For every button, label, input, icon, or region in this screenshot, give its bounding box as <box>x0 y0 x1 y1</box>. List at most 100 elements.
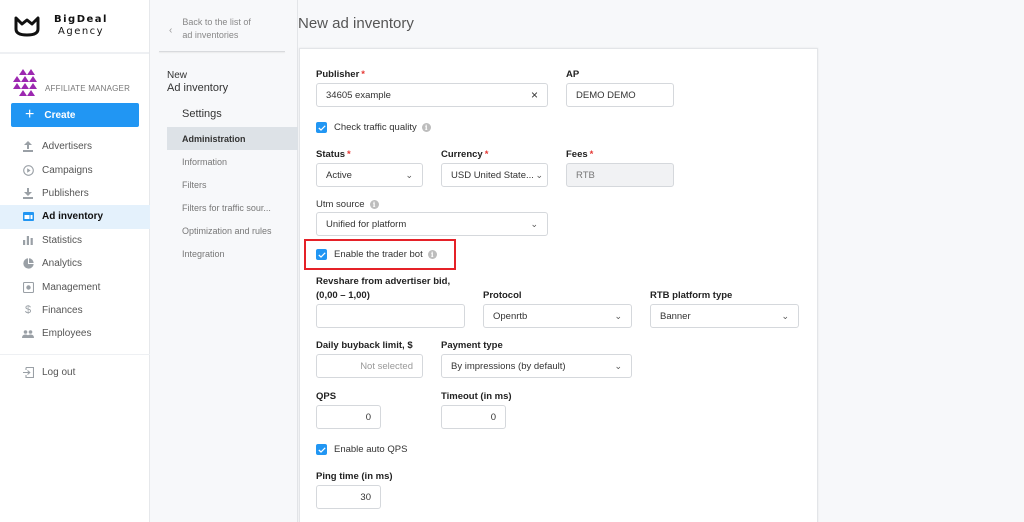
protocol-select[interactable]: Openrtb ⌄ <box>483 304 632 328</box>
chevron-down-icon: ⌄ <box>530 218 538 229</box>
ping-time-input[interactable]: 30 <box>316 485 381 509</box>
checkbox-checked-icon <box>316 122 327 133</box>
publisher-select[interactable]: 34605 example × <box>316 83 548 107</box>
revshare-label-line2: (0,00 – 1,00) <box>316 290 370 301</box>
management-icon <box>22 281 34 293</box>
subnav-item-filters-traffic-sources[interactable]: Filters for traffic sour... <box>167 196 298 219</box>
nav-item-ad-inventory[interactable]: Ad inventory <box>0 205 150 229</box>
qps-label: QPS <box>316 391 337 402</box>
info-icon[interactable]: i <box>369 200 379 209</box>
subnav-item-information[interactable]: Information <box>167 150 298 173</box>
qps-value: 0 <box>365 411 371 423</box>
people-icon <box>22 328 34 340</box>
ping-time-value: 30 <box>360 491 371 503</box>
protocol-value: Openrtb <box>493 310 528 322</box>
create-label: Create <box>44 109 76 121</box>
daily-buyback-input[interactable]: Not selected <box>316 354 423 378</box>
settings-subnav: ‹ Back to the list of ad inventories New… <box>151 0 298 522</box>
logout-label: Log out <box>42 366 76 378</box>
fees-label-text: Fees <box>566 149 588 160</box>
utm-source-value: Unified for platform <box>326 218 407 230</box>
chevron-down-icon: ⌄ <box>781 310 789 321</box>
currency-label-text: Currency <box>441 149 483 160</box>
checkbox-checked-icon <box>316 444 327 455</box>
nav-label: Employees <box>42 328 92 340</box>
page-title: New ad inventory <box>298 15 414 32</box>
enable-trader-bot-checkbox[interactable]: Enable the trader bot i <box>316 249 437 260</box>
dollar-icon: $ <box>24 304 32 317</box>
utm-source-select[interactable]: Unified for platform ⌄ <box>316 212 548 236</box>
nav-item-publishers[interactable]: Publishers <box>0 182 150 205</box>
qps-input[interactable]: 0 <box>316 405 381 429</box>
ap-field[interactable]: DEMO DEMO <box>566 83 674 107</box>
info-icon[interactable]: i <box>421 123 431 132</box>
logout-icon <box>22 366 34 378</box>
nav-label: Finances <box>42 304 83 316</box>
fees-label: Fees * <box>566 149 593 160</box>
nav-item-advertisers[interactable]: Advertisers <box>0 135 150 158</box>
rtb-platform-type-value: Banner <box>660 310 691 322</box>
nav-item-campaigns[interactable]: Campaigns <box>0 158 150 181</box>
payment-type-select[interactable]: By impressions (by default) ⌄ <box>441 354 632 378</box>
chevron-down-icon: ⌄ <box>535 169 543 180</box>
ping-time-label: Ping time (in ms) <box>316 471 393 482</box>
currency-select[interactable]: USD United State... ⌄ <box>441 163 548 187</box>
clear-icon[interactable]: × <box>531 88 538 102</box>
nav-item-management[interactable]: Management <box>0 275 150 298</box>
nav-label: Campaigns <box>42 164 93 176</box>
subnav-heading: New Ad inventory <box>167 69 228 95</box>
publisher-label-text: Publisher <box>316 69 360 80</box>
revshare-input[interactable] <box>316 304 465 328</box>
pie-chart-icon <box>22 258 34 270</box>
publisher-label: Publisher * <box>316 69 365 80</box>
subnav-heading-line2: Ad inventory <box>167 82 229 94</box>
upload-icon <box>22 141 34 153</box>
info-icon[interactable]: i <box>427 250 437 259</box>
checkbox-checked-icon <box>316 249 327 260</box>
nav-divider <box>0 353 150 355</box>
logout-button[interactable]: Log out <box>0 361 150 384</box>
nav-label: Statistics <box>42 234 83 246</box>
create-button[interactable]: + Create <box>11 103 139 127</box>
chevron-left-icon: ‹ <box>169 25 173 36</box>
back-to-list-link[interactable]: ‹ Back to the list of ad inventories <box>169 16 251 42</box>
daily-buyback-placeholder: Not selected <box>360 360 413 372</box>
brand-line2: Agency <box>58 26 105 37</box>
bar-chart-icon <box>22 234 34 246</box>
fees-value: RTB <box>576 169 595 181</box>
nav-item-analytics[interactable]: Analytics <box>0 252 150 275</box>
ap-label: AP <box>566 69 580 80</box>
subnav-item-filters[interactable]: Filters <box>167 173 298 196</box>
required-marker: * <box>589 149 594 160</box>
brand-logo[interactable]: BigDeal Agency <box>0 0 149 54</box>
plus-icon: + <box>25 106 35 123</box>
nav-item-finances[interactable]: $ Finances <box>0 299 150 322</box>
nav-item-employees[interactable]: Employees <box>0 322 150 345</box>
sidebar: BigDeal Agency AFFILIATE MANAGER + Creat… <box>0 0 150 522</box>
enable-auto-qps-label: Enable auto QPS <box>334 444 408 455</box>
nav-item-statistics[interactable]: Statistics <box>0 229 150 252</box>
subnav-item-optimization[interactable]: Optimization and rules <box>167 219 298 242</box>
bigdeal-logo-icon <box>14 16 40 37</box>
role-block: AFFILIATE MANAGER <box>0 54 149 98</box>
fees-field: RTB <box>566 163 674 187</box>
publisher-value: 34605 example <box>326 89 391 101</box>
enable-auto-qps-checkbox[interactable]: Enable auto QPS <box>316 444 407 455</box>
back-line2: ad inventories <box>182 30 239 40</box>
utm-source-label: Utm source i <box>316 199 379 210</box>
brand-line1: BigDeal <box>54 14 108 25</box>
required-marker: * <box>484 149 489 160</box>
check-traffic-quality-checkbox[interactable]: Check traffic quality i <box>316 122 431 133</box>
subnav-item-integration[interactable]: Integration <box>167 242 298 265</box>
timeout-value: 0 <box>490 411 496 423</box>
main-nav: Advertisers Campaigns Publishers Ad inve… <box>0 135 150 384</box>
rtb-platform-type-select[interactable]: Banner ⌄ <box>650 304 799 328</box>
status-select[interactable]: Active ⌄ <box>316 163 423 187</box>
payment-type-value: By impressions (by default) <box>451 360 566 372</box>
timeout-label: Timeout (in ms) <box>441 391 512 402</box>
timeout-input[interactable]: 0 <box>441 405 506 429</box>
payment-type-label: Payment type <box>441 340 503 351</box>
subnav-item-administration[interactable]: Administration <box>167 127 298 150</box>
daily-buyback-label: Daily buyback limit, $ <box>316 340 413 351</box>
required-marker: * <box>347 149 351 160</box>
